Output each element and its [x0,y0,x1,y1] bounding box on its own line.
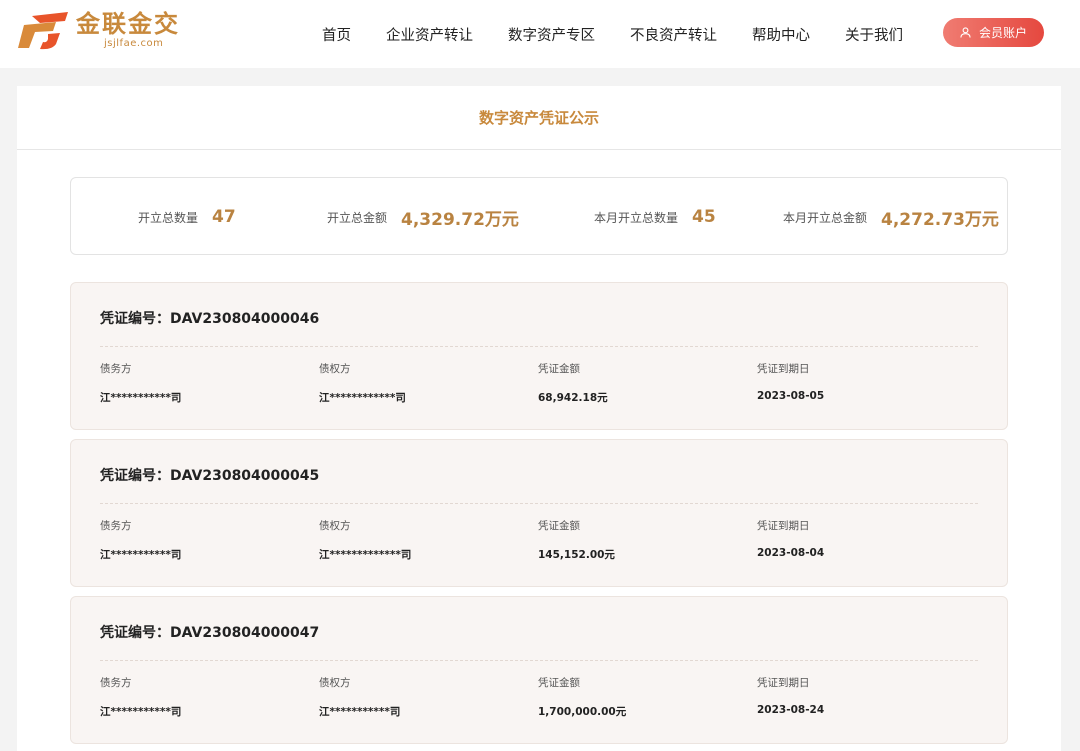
amount-value: 68,942.18元 [538,390,738,405]
due-date-value: 2023-08-24 [757,704,957,716]
debtor-field: 债务方 江***********司 [100,518,300,562]
stats-summary: 开立总数量 47 开立总金额 4,329.72万元 本月开立总数量 45 本月开… [70,177,1008,255]
amount-label: 凭证金额 [538,518,738,533]
creditor-field: 债权方 江*************司 [319,518,519,562]
creditor-label: 债权方 [319,518,519,533]
stat-total-amount: 开立总金额 4,329.72万元 [327,178,519,256]
creditor-field: 债权方 江************司 [319,361,519,405]
due-date-field: 凭证到期日 2023-08-04 [757,518,957,559]
debtor-label: 债务方 [100,361,300,376]
debtor-label: 债务方 [100,675,300,690]
nav-digital-asset-zone[interactable]: 数字资产专区 [508,24,595,45]
user-icon [960,27,971,38]
voucher-panel: 数字资产凭证公示 开立总数量 47 开立总金额 4,329.72万元 本月开立总… [17,86,1061,751]
debtor-value: 江***********司 [100,390,300,405]
logo-mark-icon [16,10,72,50]
member-account-label: 会员账户 [979,24,1027,41]
card-divider [100,660,978,661]
voucher-number: 凭证编号：DAV230804000045 [100,465,319,485]
stat-value: 45 [692,207,716,227]
amount-value: 145,152.00元 [538,547,738,562]
nav-npl-asset-transfer[interactable]: 不良资产转让 [630,24,717,45]
amount-value: 1,700,000.00元 [538,704,738,719]
stat-label: 本月开立总金额 [783,209,867,226]
voucher-card[interactable]: 凭证编号：DAV230804000045 债务方 江***********司 债… [70,439,1008,587]
page-title: 数字资产凭证公示 [17,86,1061,150]
due-date-label: 凭证到期日 [757,675,957,690]
nav-help-center[interactable]: 帮助中心 [752,24,810,45]
stat-label: 本月开立总数量 [594,209,678,226]
site-logo[interactable]: 金联金交 jsjlfae.com [16,8,206,52]
creditor-field: 债权方 江***********司 [319,675,519,719]
stat-value: 4,329.72万元 [401,205,519,230]
member-account-button[interactable]: 会员账户 [943,18,1044,47]
due-date-value: 2023-08-04 [757,547,957,559]
stat-month-count: 本月开立总数量 45 [594,178,716,256]
voucher-card[interactable]: 凭证编号：DAV230804000046 债务方 江***********司 债… [70,282,1008,430]
main-nav: 首页 企业资产转让 数字资产专区 不良资产转让 帮助中心 关于我们 [322,0,938,68]
due-date-label: 凭证到期日 [757,518,957,533]
nav-about-us[interactable]: 关于我们 [845,24,903,45]
debtor-value: 江***********司 [100,547,300,562]
amount-field: 凭证金额 145,152.00元 [538,518,738,562]
card-divider [100,503,978,504]
top-header: 金联金交 jsjlfae.com 首页 企业资产转让 数字资产专区 不良资产转让… [0,0,1080,68]
nav-enterprise-asset-transfer[interactable]: 企业资产转让 [386,24,473,45]
amount-label: 凭证金额 [538,675,738,690]
due-date-value: 2023-08-05 [757,390,957,402]
voucher-number: 凭证编号：DAV230804000046 [100,308,319,328]
amount-field: 凭证金额 68,942.18元 [538,361,738,405]
creditor-value: 江*************司 [319,547,519,562]
debtor-field: 债务方 江***********司 [100,675,300,719]
creditor-label: 债权方 [319,675,519,690]
voucher-number: 凭证编号：DAV230804000047 [100,622,319,642]
logo-domain: jsjlfae.com [104,38,163,49]
due-date-field: 凭证到期日 2023-08-05 [757,361,957,402]
stat-label: 开立总数量 [138,209,198,226]
creditor-label: 债权方 [319,361,519,376]
debtor-label: 债务方 [100,518,300,533]
due-date-field: 凭证到期日 2023-08-24 [757,675,957,716]
logo-name: 金联金交 [76,8,180,40]
stat-total-count: 开立总数量 47 [138,178,236,256]
card-divider [100,346,978,347]
nav-home[interactable]: 首页 [322,24,351,45]
stat-value: 47 [212,207,236,227]
stat-month-amount: 本月开立总金额 4,272.73万元 [783,178,999,256]
amount-field: 凭证金额 1,700,000.00元 [538,675,738,719]
stat-value: 4,272.73万元 [881,205,999,230]
creditor-value: 江************司 [319,390,519,405]
creditor-value: 江***********司 [319,704,519,719]
due-date-label: 凭证到期日 [757,361,957,376]
amount-label: 凭证金额 [538,361,738,376]
debtor-value: 江***********司 [100,704,300,719]
debtor-field: 债务方 江***********司 [100,361,300,405]
voucher-card[interactable]: 凭证编号：DAV230804000047 债务方 江***********司 债… [70,596,1008,744]
stat-label: 开立总金额 [327,209,387,226]
